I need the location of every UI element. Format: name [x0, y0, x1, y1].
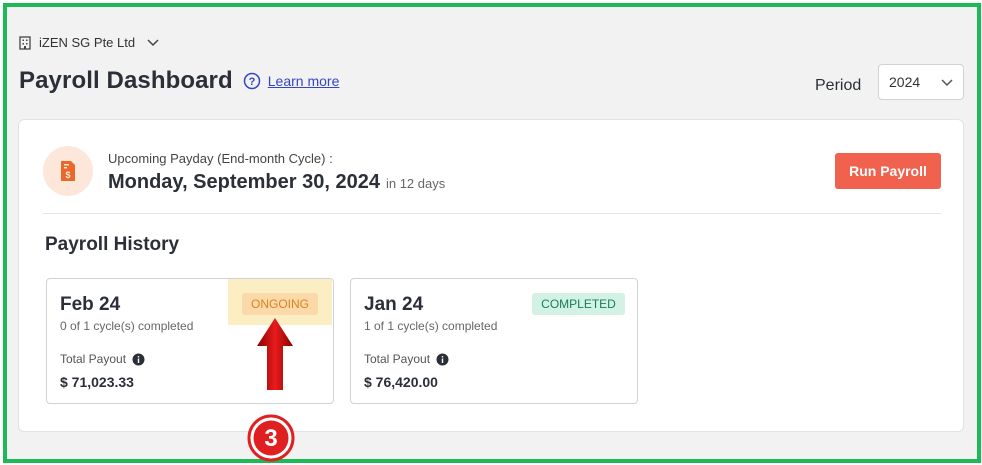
divider — [43, 213, 941, 214]
title-row: Payroll Dashboard ? Learn more — [19, 67, 339, 95]
svg-text:$: $ — [65, 170, 70, 180]
payday-icon-circle: $ — [43, 146, 93, 196]
chevron-down-icon — [941, 79, 953, 87]
payday-relative: in 12 days — [385, 176, 446, 191]
info-icon[interactable] — [132, 353, 145, 366]
payroll-history-title: Payroll History — [45, 234, 180, 255]
history-cycles: 1 of 1 cycle(s) completed — [364, 319, 498, 333]
company-switcher[interactable]: iZEN SG Pte Ltd — [19, 35, 159, 50]
step-number-badge: 3 — [247, 414, 295, 462]
page-title: Payroll Dashboard — [19, 67, 233, 94]
info-icon[interactable] — [436, 353, 449, 366]
step-number: 3 — [264, 425, 277, 452]
history-cycles: 0 of 1 cycle(s) completed — [60, 319, 194, 333]
period-label: Period — [815, 77, 862, 94]
payday-date-text: Monday, September 30, 2024 — [108, 171, 380, 193]
learn-more-link[interactable]: Learn more — [268, 73, 340, 89]
total-payout-text: Total Payout — [60, 352, 127, 366]
history-month: Jan 24 — [364, 294, 424, 315]
status-badge-completed: COMPLETED — [532, 293, 625, 315]
upcoming-payday-date: Monday, September 30, 2024 in 12 days — [108, 171, 445, 194]
payday-document-icon: $ — [61, 161, 75, 181]
total-payout-label: Total Payout — [60, 352, 145, 366]
run-payroll-button[interactable]: Run Payroll — [835, 153, 941, 189]
red-arrow-icon — [257, 318, 293, 390]
period-value: 2024 — [889, 74, 921, 90]
total-payout-label: Total Payout — [364, 352, 449, 366]
company-name: iZEN SG Pte Ltd — [39, 35, 136, 50]
svg-text:?: ? — [248, 76, 255, 88]
screenshot-frame: iZEN SG Pte Ltd Payroll Dashboard ? Lear… — [3, 3, 981, 463]
total-payout-text: Total Payout — [364, 352, 431, 366]
status-badge-ongoing: ONGOING — [242, 293, 318, 315]
payroll-card: $ Upcoming Payday (End-month Cycle) : Mo… — [18, 119, 964, 432]
chevron-down-icon — [147, 38, 159, 46]
help-circle-icon[interactable]: ? — [243, 72, 261, 90]
building-icon — [19, 35, 31, 50]
history-card-jan[interactable]: Jan 24 COMPLETED 1 of 1 cycle(s) complet… — [350, 278, 638, 404]
total-payout-amount: $ 71,023.33 — [60, 374, 134, 390]
period-select[interactable]: 2024 — [878, 64, 964, 100]
total-payout-amount: $ 76,420.00 — [364, 374, 438, 390]
history-month: Feb 24 — [60, 294, 121, 315]
upcoming-payday-label: Upcoming Payday (End-month Cycle) : — [108, 151, 333, 166]
